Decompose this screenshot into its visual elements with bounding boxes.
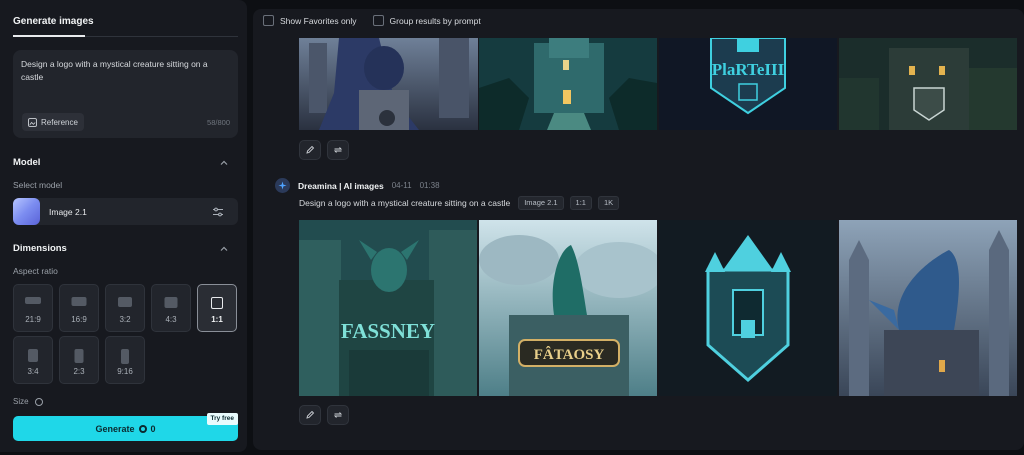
results-filters: Show Favorites only Group results by pro…: [263, 15, 481, 26]
generated-image[interactable]: [659, 220, 837, 396]
group-results-checkbox[interactable]: [372, 15, 384, 26]
dragon-castle-logo-image: FASSNEY: [299, 220, 477, 396]
generated-image[interactable]: [839, 220, 1017, 396]
ratio-2-3[interactable]: 2:3: [59, 336, 99, 384]
generated-image[interactable]: FÂTAOSY: [479, 220, 657, 396]
ratio-label: 3:2: [119, 315, 131, 324]
generated-image[interactable]: FASSNEY: [299, 220, 477, 396]
resolution-tag: 1K: [597, 196, 620, 210]
chevron-up-icon[interactable]: [219, 158, 229, 168]
model-thumbnail: [13, 198, 40, 225]
generation-date: 04-11: [391, 181, 412, 190]
ratio-shape-icon: [164, 297, 178, 308]
generate-cost: 0: [150, 423, 156, 434]
sliders-icon[interactable]: [212, 206, 224, 218]
ratio-label: 9:16: [117, 367, 133, 376]
generated-image[interactable]: PlaRTeIII: [659, 38, 837, 130]
char-count: 58/800: [207, 118, 230, 127]
reference-button[interactable]: Reference: [22, 113, 84, 131]
ratio-label: 1:1: [211, 315, 223, 324]
dimensions-section-title: Dimensions: [13, 243, 67, 254]
ratio-label: 2:3: [73, 367, 85, 376]
generation-prompt[interactable]: Design a logo with a mystical creature s…: [299, 198, 510, 208]
model-select[interactable]: Image 2.1: [13, 198, 238, 225]
logo-shield-image: PlaRTeIII: [659, 38, 837, 130]
info-icon[interactable]: [35, 398, 43, 406]
ratio-label: 16:9: [71, 315, 87, 324]
teal-castle-image: [479, 38, 657, 130]
try-free-badge: Try free: [206, 413, 238, 425]
logo-text: PlaRTeIII: [712, 60, 785, 79]
ratio-shape-icon: [211, 297, 223, 309]
generation-time: 01:38: [419, 181, 440, 190]
blue-dragon-image: [839, 220, 1017, 396]
model-name: Image 2.1: [49, 207, 87, 217]
ratio-shape-icon: [118, 297, 132, 307]
regenerate-button[interactable]: [327, 140, 349, 160]
edit-button[interactable]: [299, 140, 321, 160]
pencil-icon: [306, 410, 315, 419]
reference-label: Reference: [41, 117, 78, 127]
aspect-ratio-label: Aspect ratio: [13, 266, 58, 276]
tab-generate-images[interactable]: Generate images: [13, 16, 94, 27]
ratio-shape-icon: [25, 297, 41, 304]
show-favorites-checkbox[interactable]: [263, 15, 274, 26]
ratio-shape-icon: [121, 349, 129, 364]
pencil-icon: [306, 145, 315, 154]
generation-prompt-row: Design a logo with a mystical creature s…: [299, 196, 620, 210]
image-text-fassney: FASSNEY: [341, 319, 435, 343]
ratio-3-4[interactable]: 3:4: [13, 336, 53, 384]
select-model-label: Select model: [13, 180, 63, 190]
chevron-up-icon[interactable]: [219, 244, 229, 254]
repeat-icon: [333, 147, 343, 153]
ratio-3-2[interactable]: 3:2: [105, 284, 145, 332]
prompt-input[interactable]: Design a logo with a mystical creature s…: [13, 50, 238, 138]
app-root: Generate images Design a logo with a mys…: [0, 0, 1024, 455]
ratio-21-9[interactable]: 21:9: [13, 284, 53, 332]
generate-panel: Generate images Design a logo with a mys…: [0, 0, 247, 452]
ratio-shape-icon: [28, 349, 38, 362]
dark-castle-image: [839, 38, 1017, 130]
author-name[interactable]: Dreamina | AI images: [298, 181, 384, 191]
dragon-fantasy-image: FÂTAOSY: [479, 220, 657, 396]
ratio-shape-icon: [74, 349, 84, 363]
gargoyle-castle-image: [299, 38, 478, 130]
credit-coin-icon: [138, 424, 147, 433]
generated-image[interactable]: [839, 38, 1017, 130]
dreamina-logo-icon: [275, 178, 290, 193]
ratio-shape-icon: [71, 297, 87, 306]
image-add-icon: [28, 117, 37, 127]
castle-badge-image: [659, 220, 837, 396]
image-text-fataosy: FÂTAOSY: [534, 346, 605, 363]
size-label: Size: [13, 397, 29, 406]
model-section-title: Model: [13, 157, 41, 168]
ratio-16-9[interactable]: 16:9: [59, 284, 99, 332]
prompt-text[interactable]: Design a logo with a mystical creature s…: [21, 58, 231, 84]
ratio-9-16[interactable]: 9:16: [105, 336, 145, 384]
show-favorites-label[interactable]: Show Favorites only: [280, 16, 357, 26]
ratio-label: 3:4: [27, 367, 39, 376]
generated-image[interactable]: [299, 38, 478, 130]
generate-label: Generate: [95, 423, 135, 434]
model-tag: Image 2.1: [518, 196, 564, 210]
edit-button[interactable]: [299, 405, 321, 425]
ratio-label: 21:9: [25, 315, 41, 324]
ratio-4-3[interactable]: 4:3: [151, 284, 191, 332]
generate-button[interactable]: Generate 0 Try free: [13, 413, 238, 441]
ratio-label: 4:3: [165, 315, 177, 324]
ratio-tag: 1:1: [569, 196, 592, 210]
group-results-label[interactable]: Group results by prompt: [390, 16, 481, 26]
repeat-icon: [333, 412, 343, 418]
ratio-1-1[interactable]: 1:1: [197, 284, 237, 332]
tab-underline: [13, 35, 238, 37]
generated-image[interactable]: [479, 38, 657, 130]
regenerate-button[interactable]: [327, 405, 349, 425]
generation-header: Dreamina | AI images 04-11 01:38: [275, 178, 440, 193]
